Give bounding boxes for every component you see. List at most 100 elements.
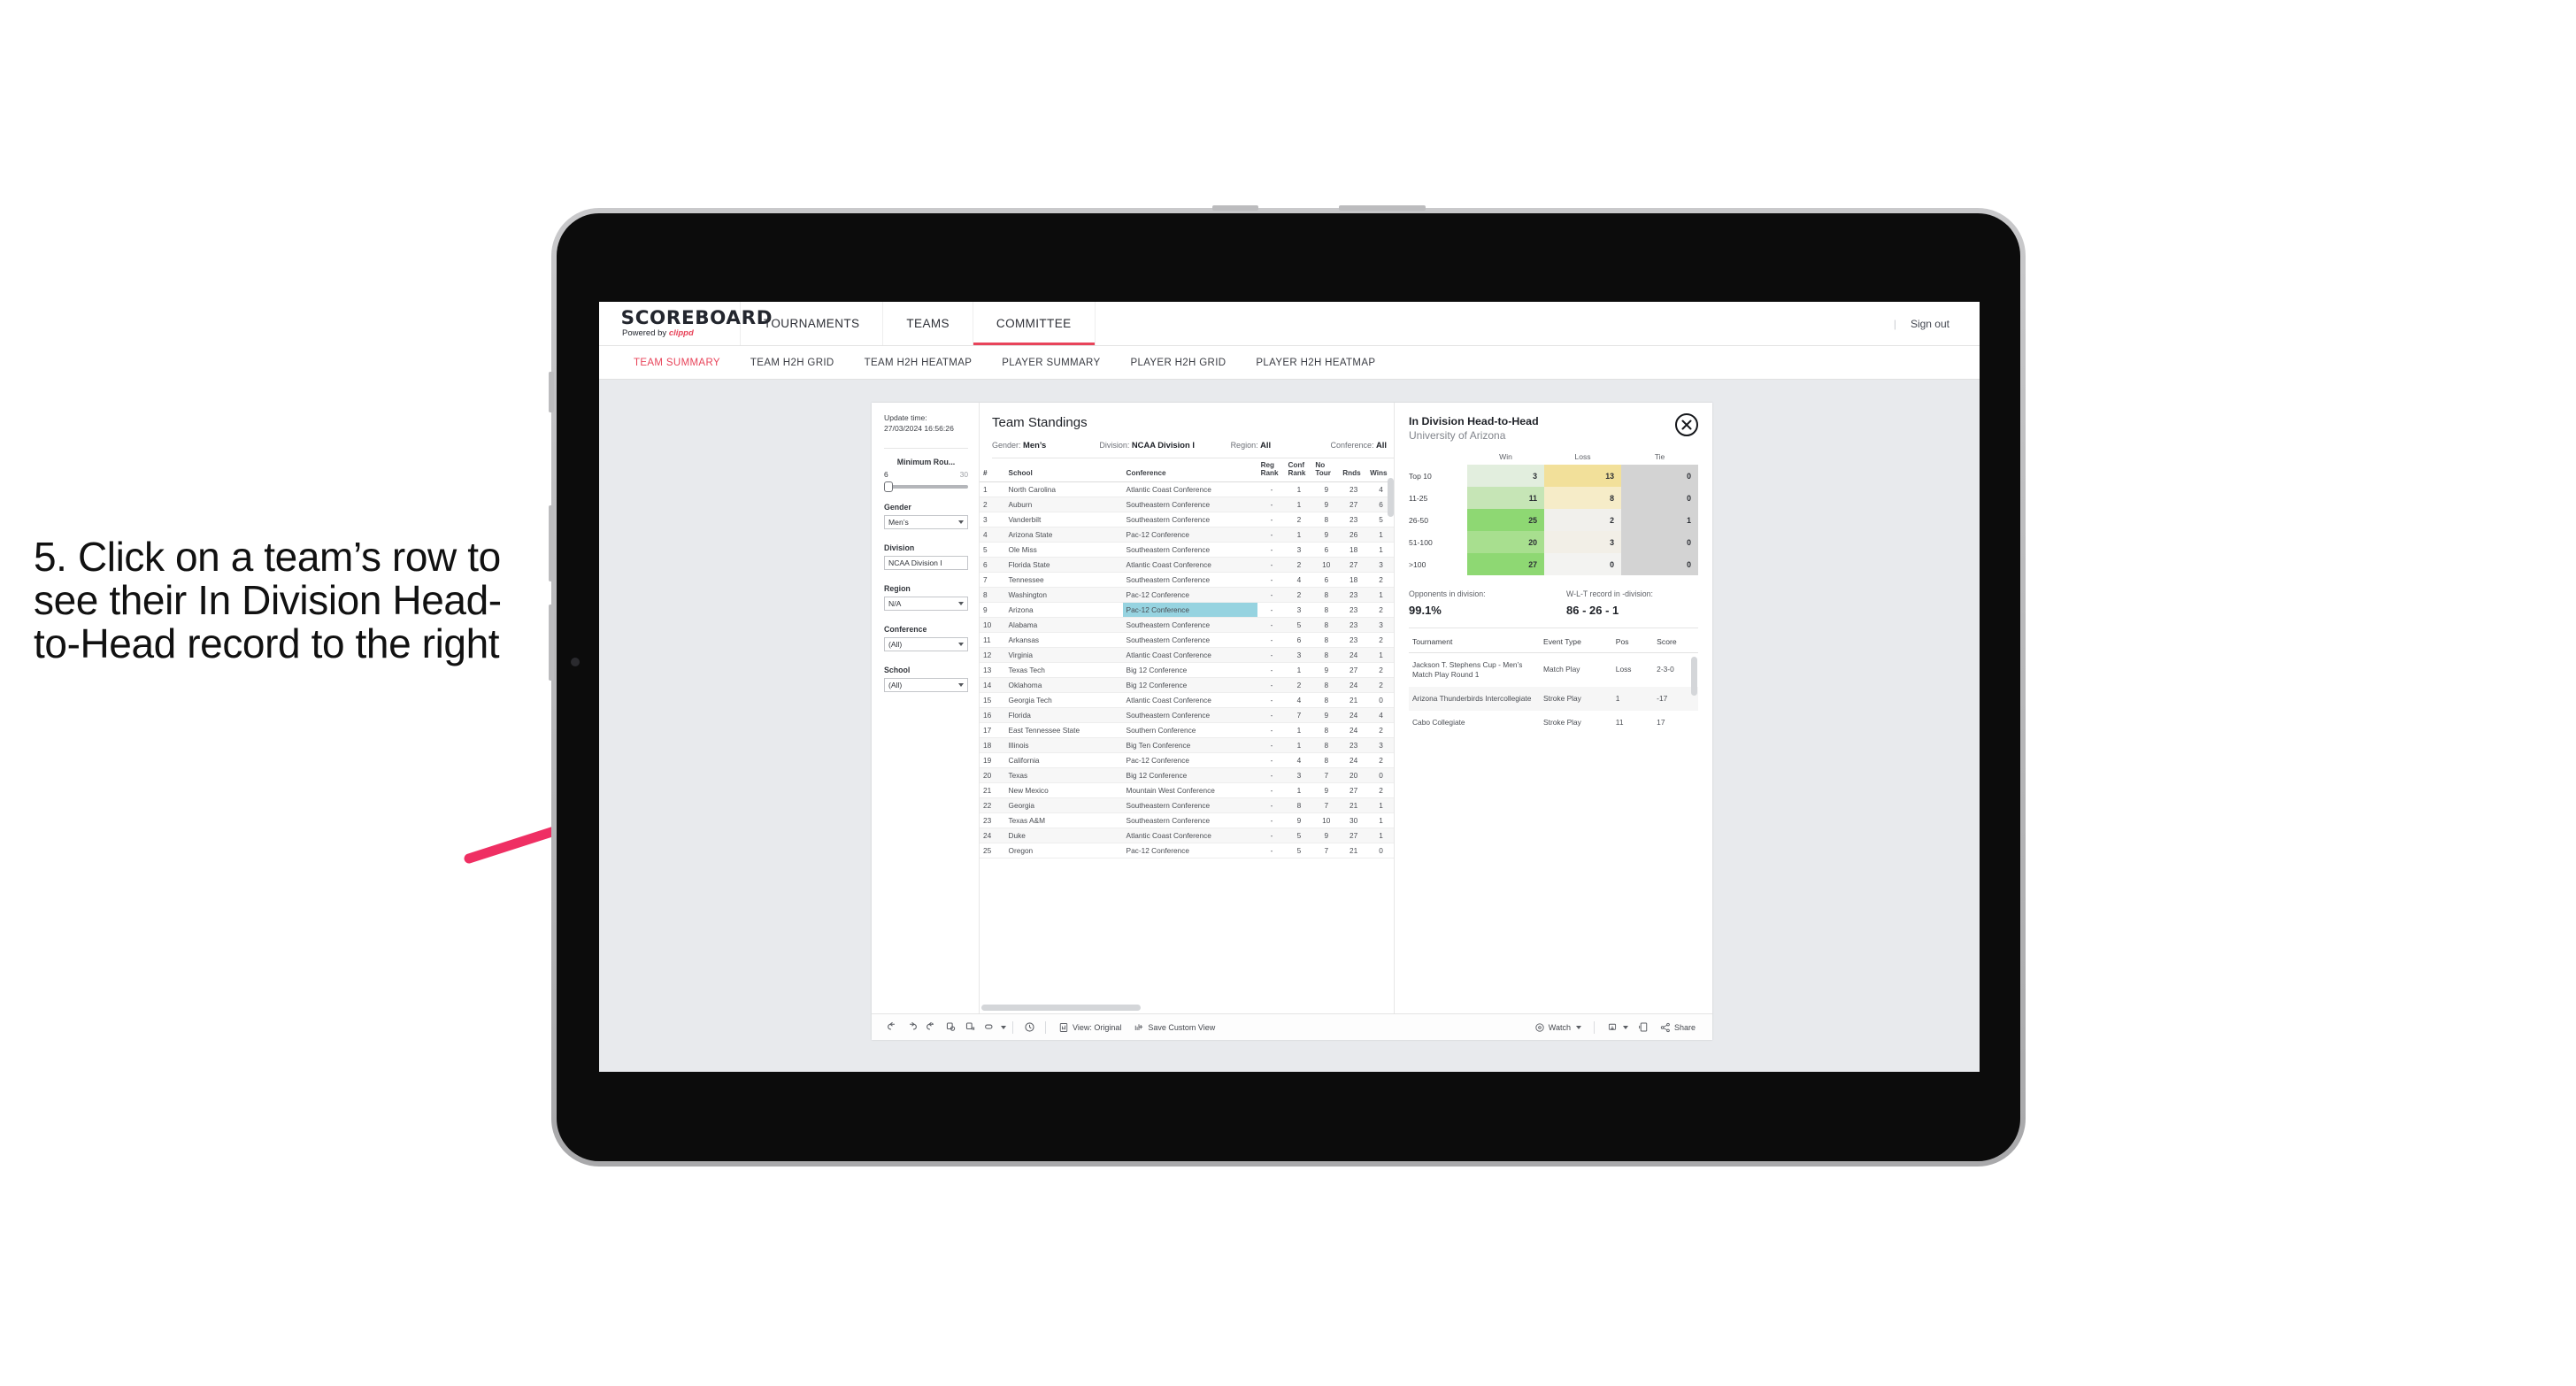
watch-button[interactable]: Watch: [1528, 1018, 1588, 1037]
table-row[interactable]: 19 California Pac-12 Conference -4 8 24 2: [980, 752, 1394, 769]
sign-out-link[interactable]: Sign out: [1911, 318, 1949, 330]
min-rounds-slider[interactable]: [884, 481, 968, 493]
th-conference[interactable]: Conference: [1122, 458, 1257, 483]
th-score[interactable]: Score: [1653, 637, 1698, 653]
cell-no-tour: 8: [1311, 647, 1340, 664]
th-rank[interactable]: #: [980, 458, 1005, 483]
table-row[interactable]: 1 North Carolina Atlantic Coast Conference…: [980, 481, 1394, 498]
fullscreen-icon[interactable]: [1634, 1018, 1654, 1037]
school-select[interactable]: (All): [884, 678, 968, 693]
th-tournament[interactable]: Tournament: [1409, 637, 1541, 653]
table-row[interactable]: 21 New Mexico Mountain West Conference -1 9 2…: [980, 782, 1394, 799]
meta-conference-value: All: [1376, 440, 1387, 450]
table-row[interactable]: 9 Arizona Pac-12 Conference -3 8 23 2: [980, 602, 1394, 619]
table-row[interactable]: 17 East Tennessee State Southern Conferenc…: [980, 722, 1394, 739]
save-custom-view-button[interactable]: Save Custom View: [1127, 1018, 1221, 1037]
region-select[interactable]: N/A: [884, 597, 968, 612]
table-row[interactable]: 25 Oregon Pac-12 Conference -5 7 21 0: [980, 843, 1394, 859]
view-original-button[interactable]: View: Original: [1052, 1018, 1127, 1037]
table-row[interactable]: 4 Arizona State Pac-12 Conference -1 9 26 1: [980, 527, 1394, 543]
division-select[interactable]: NCAA Division I: [884, 556, 968, 571]
table-row[interactable]: 6 Florida State Atlantic Coast Conference -…: [980, 557, 1394, 574]
table-row[interactable]: 8 Washington Pac-12 Conference -2 8 23 1: [980, 587, 1394, 604]
th-rnds[interactable]: Rnds: [1339, 458, 1367, 483]
cell-no-tour: 9: [1311, 782, 1340, 799]
undo-icon[interactable]: [882, 1018, 902, 1037]
tab-team-h2h-grid[interactable]: TEAM H2H GRID: [735, 358, 850, 368]
table-row[interactable]: 15 Georgia Tech Atlantic Coast Conference -…: [980, 692, 1394, 709]
h2h-cell-tie: 1: [1621, 509, 1698, 531]
cell-conference: Southeastern Conference: [1122, 497, 1257, 513]
table-row[interactable]: 3 Vanderbilt Southeastern Conference -2 8 23 5: [980, 512, 1394, 528]
table-row[interactable]: 14 Oklahoma Big 12 Conference -2 8 24 2: [980, 677, 1394, 694]
list-item[interactable]: Cabo Collegiate Stroke Play 11 17: [1409, 711, 1698, 735]
download-button[interactable]: [1601, 1018, 1634, 1037]
vertical-scrollbar[interactable]: [1388, 478, 1394, 517]
cell-rnds: 21: [1339, 797, 1367, 814]
cell-conference: Southern Conference: [1122, 722, 1257, 739]
nav-teams[interactable]: TEAMS: [883, 302, 973, 345]
horizontal-scrollbar[interactable]: [981, 1005, 1141, 1011]
tournament-scrollbar[interactable]: [1691, 657, 1697, 696]
close-icon[interactable]: [1675, 413, 1698, 436]
tab-player-summary[interactable]: PLAYER SUMMARY: [987, 358, 1115, 368]
table-row[interactable]: 24 Duke Atlantic Coast Conference -5 9 27 1: [980, 828, 1394, 844]
th-reg-rank[interactable]: Reg Rank: [1257, 458, 1285, 483]
nav-tournaments[interactable]: TOURNAMENTS: [741, 302, 884, 345]
pause-icon[interactable]: [960, 1018, 980, 1037]
cell-reg-rank: -: [1257, 617, 1285, 634]
share-button[interactable]: Share: [1654, 1018, 1702, 1037]
th-pos[interactable]: Pos: [1611, 637, 1654, 653]
download-caret-icon[interactable]: [1622, 1025, 1628, 1029]
cell-rnds: 23: [1339, 512, 1367, 528]
table-row[interactable]: 18 Illinois Big Ten Conference -1 8 23 3: [980, 737, 1394, 754]
conference-select[interactable]: (All): [884, 637, 968, 652]
highlight-dropdown-caret-icon[interactable]: [1001, 1025, 1006, 1029]
app-logo[interactable]: SCOREBOARD Powered by clippd: [599, 302, 772, 345]
nav-committee[interactable]: COMMITTEE: [973, 302, 1096, 345]
cell-conference: Pac-12 Conference: [1122, 527, 1257, 543]
table-row[interactable]: 5 Ole Miss Southeastern Conference -3 6 18 1: [980, 542, 1394, 558]
min-rounds-slider-handle[interactable]: [884, 481, 893, 493]
cell-reg-rank: -: [1257, 843, 1285, 859]
cell-school: Arkansas: [1004, 632, 1123, 649]
list-item[interactable]: Arizona Thunderbirds Intercollegiate Stro…: [1409, 686, 1698, 711]
cell-conference: Southeastern Conference: [1122, 572, 1257, 589]
cell-conference: Big Ten Conference: [1122, 737, 1257, 754]
h2h-cell-loss: 2: [1544, 509, 1621, 531]
gender-select[interactable]: Men’s: [884, 515, 968, 530]
clock-icon[interactable]: [1019, 1018, 1039, 1037]
tab-player-h2h-grid[interactable]: PLAYER H2H GRID: [1115, 358, 1241, 368]
cell-rank: 16: [980, 707, 1005, 724]
redo-icon[interactable]: [902, 1018, 921, 1037]
cell-wins: 1: [1366, 797, 1394, 814]
table-row[interactable]: 23 Texas A&M Southeastern Conference -9 10 30…: [980, 812, 1394, 829]
table-row[interactable]: 12 Virginia Atlantic Coast Conference -3 8 24…: [980, 647, 1394, 664]
tab-team-summary[interactable]: TEAM SUMMARY: [619, 358, 735, 368]
table-row[interactable]: 2 Auburn Southeastern Conference -1 9 27 6: [980, 497, 1394, 513]
cell-conf-rank: 2: [1284, 512, 1312, 528]
cell-no-tour: 7: [1311, 797, 1340, 814]
cell-no-tour: 9: [1311, 481, 1340, 498]
highlight-icon[interactable]: [980, 1018, 999, 1037]
table-row[interactable]: 10 Alabama Southeastern Conference -5 8 23 3: [980, 617, 1394, 634]
table-row[interactable]: 16 Florida Southeastern Conference -7 9 24 4: [980, 707, 1394, 724]
tab-player-h2h-heatmap[interactable]: PLAYER H2H HEATMAP: [1241, 358, 1390, 368]
th-no-tour[interactable]: No Tour: [1311, 458, 1340, 483]
th-event-type[interactable]: Event Type: [1540, 637, 1612, 653]
cell-school: Florida State: [1004, 557, 1123, 574]
th-conf-rank[interactable]: Conf Rank: [1284, 458, 1312, 483]
tab-team-h2h-heatmap[interactable]: TEAM H2H HEATMAP: [850, 358, 988, 368]
refresh-icon[interactable]: [941, 1018, 960, 1037]
table-row[interactable]: 11 Arkansas Southeastern Conference -6 8 23 2: [980, 632, 1394, 649]
table-row[interactable]: 13 Texas Tech Big 12 Conference -1 9 27 2: [980, 662, 1394, 679]
table-row[interactable]: 7 Tennessee Southeastern Conference -4 6 18 2: [980, 572, 1394, 589]
th-school[interactable]: School: [1004, 458, 1123, 483]
list-item[interactable]: Jackson T. Stephens Cup - Men’s Match Pl…: [1409, 653, 1698, 687]
table-row[interactable]: 22 Georgia Southeastern Conference -8 7 21 1: [980, 797, 1394, 814]
table-row[interactable]: 20 Texas Big 12 Conference -3 7 20 0: [980, 767, 1394, 784]
revert-icon[interactable]: [921, 1018, 941, 1037]
meta-gender: Gender: Men’s: [992, 440, 1099, 450]
cell-conference: Southeastern Conference: [1122, 797, 1257, 814]
watch-caret-icon[interactable]: [1575, 1025, 1581, 1029]
